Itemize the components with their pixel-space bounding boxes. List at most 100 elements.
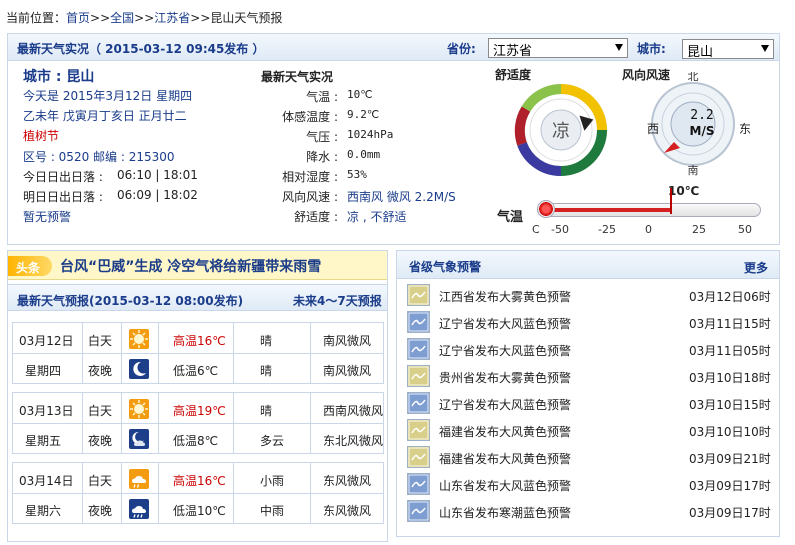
forecast-period: 白天 — [88, 404, 113, 418]
warning-time: 03月10日18时 — [689, 371, 771, 385]
wind-speed-unit: M/S — [690, 124, 715, 138]
chevron-down-icon — [761, 45, 769, 52]
column-divider — [121, 323, 122, 383]
observation-value: 1024hPa — [347, 128, 394, 141]
warning-link[interactable]: 贵州省发布大雾黄色预警 — [439, 369, 571, 386]
forecast-temp: 低温10℃ — [173, 504, 226, 518]
column-divider — [82, 323, 83, 383]
observation-value: 西南风 微风 2.2M/S — [347, 190, 456, 204]
column-divider — [310, 393, 311, 453]
observation-label: 降水 : — [306, 150, 338, 164]
warning-link[interactable]: 辽宁省发布大风蓝色预警 — [439, 396, 571, 413]
temp-marker — [670, 188, 673, 214]
column-divider — [82, 463, 83, 523]
row-divider — [13, 353, 383, 354]
forecast-wind: 西南风微风 — [323, 404, 384, 418]
no-warning-link[interactable]: 暂无预警 — [23, 208, 71, 225]
warnings-header: 省级气象预警 更多 — [397, 251, 779, 279]
breadcrumb-province-link[interactable]: 江苏省 — [154, 11, 190, 25]
live-weather-title: 最新天气实况（ 2015-03-12 09:45发布 ） — [17, 42, 265, 56]
sunrise-tomorrow-label: 明日日出日落 : — [23, 190, 103, 204]
live-weather-header: 最新天气实况（ 2015-03-12 09:45发布 ） 省份: 江苏省 城市:… — [8, 34, 779, 61]
forecast-wind: 南风微风 — [323, 334, 372, 348]
column-divider — [233, 323, 234, 383]
province-select[interactable]: 江苏省 — [488, 38, 628, 59]
warning-link[interactable]: 福建省发布大风黄色预警 — [439, 450, 571, 467]
forecast-wind: 南风微风 — [323, 364, 372, 378]
warning-link[interactable]: 山东省发布大风蓝色预警 — [439, 477, 571, 494]
chevron-down-icon — [615, 44, 623, 51]
province-select-value: 江苏省 — [493, 44, 533, 59]
sunny-icon — [129, 329, 149, 349]
forecast-date: 03月13日 — [19, 404, 74, 418]
warning-link[interactable]: 福建省发布大风黄色预警 — [439, 423, 571, 440]
forecast-title: 最新天气预报(2015-03-12 08:00发布) — [17, 294, 244, 308]
forecast-wind: 东风微风 — [323, 504, 372, 518]
wind-blue-icon — [407, 392, 430, 414]
temp-bar-track — [537, 203, 761, 217]
warning-time: 03月09日17时 — [689, 479, 771, 493]
observation-value: 53% — [347, 168, 367, 181]
breadcrumb-home-link[interactable]: 首页 — [66, 11, 90, 25]
observation-label: 体感温度 : — [282, 110, 338, 124]
forecast-weekday: 星期六 — [25, 504, 62, 518]
forecast-weather: 晴 — [260, 334, 273, 348]
warnings-panel: 省级气象预警 更多 江西省发布大雾黄色预警 03月12日06时辽宁省发布大风蓝色预… — [396, 250, 780, 537]
forecast-more-link[interactable]: 未来4～7天预报 — [293, 292, 382, 309]
wind-blue-icon — [407, 338, 430, 360]
fog-yellow-icon — [407, 365, 430, 387]
warning-time: 03月09日21时 — [689, 452, 771, 466]
warning-link[interactable]: 辽宁省发布大风蓝色预警 — [439, 342, 571, 359]
forecast-weather: 多云 — [260, 434, 285, 448]
column-divider — [121, 393, 122, 453]
wind-yellow-icon — [407, 446, 430, 468]
forecast-header: 最新天气预报(2015-03-12 08:00发布) 未来4～7天预报 — [8, 284, 387, 311]
warnings-more-link[interactable]: 更多 — [744, 259, 768, 276]
sunny-icon — [129, 399, 149, 419]
forecast-date: 03月12日 — [19, 334, 74, 348]
headline-link[interactable]: 台风“巴威”生成 冷空气将给新疆带来雨雪 — [60, 256, 321, 276]
forecast-period: 夜晚 — [88, 434, 113, 448]
warning-link[interactable]: 辽宁省发布大风蓝色预警 — [439, 315, 571, 332]
observation-label: 气压 : — [306, 130, 338, 144]
observation-label: 气温 : — [306, 90, 338, 104]
forecast-weekday: 星期四 — [25, 364, 62, 378]
temp-tick-label: -50 — [551, 223, 569, 236]
forecast-period: 夜晚 — [88, 364, 113, 378]
forecast-day-row: 03月14日 白天 高温16℃ 小雨 东风微风 星期六 夜晚 低温10℃ 中雨 东风微风 — [12, 462, 384, 524]
warning-link[interactable]: 山东省发布寒潮蓝色预警 — [439, 504, 571, 521]
forecast-day-row: 03月13日 白天 高温19℃ 晴 西南风微风 星期五 夜晚 低温8℃ 多云 东北风微风 — [12, 392, 384, 454]
forecast-temp: 高温16℃ — [173, 334, 226, 348]
column-divider — [233, 463, 234, 523]
forecast-day-row: 03月12日 白天 高温16℃ 晴南风微风 星期四 夜晚 低温6℃ 晴南风微风 — [12, 322, 384, 384]
column-divider — [233, 393, 234, 453]
city-select-value: 昆山 — [687, 45, 714, 60]
city-label: 城市: — [637, 42, 666, 56]
warning-time: 03月11日05时 — [689, 344, 771, 358]
forecast-weekday: 星期五 — [25, 434, 62, 448]
breadcrumb-current: 昆山天气预报 — [210, 11, 283, 25]
wind-blue-icon — [407, 311, 430, 333]
breadcrumb-prefix: 当前位置： — [6, 11, 67, 25]
wind-blue-icon — [407, 473, 430, 495]
lunar-date: 乙未年 戊寅月丁亥日 正月廿二 — [23, 109, 187, 123]
fog-yellow-icon — [407, 284, 430, 306]
forecast-weather: 中雨 — [260, 504, 285, 518]
warning-link[interactable]: 江西省发布大雾黄色预警 — [439, 288, 571, 305]
breadcrumb-separator: >> — [134, 11, 155, 25]
breadcrumb: 当前位置：首页>>全国>>江苏省>>昆山天气预报 — [6, 9, 282, 26]
city-select[interactable]: 昆山 — [682, 39, 774, 60]
forecast-weather: 晴 — [260, 404, 273, 418]
forecast-period: 白天 — [88, 474, 113, 488]
city-heading: 城市 : 昆山 — [23, 69, 95, 85]
warning-time: 03月12日06时 — [689, 290, 771, 304]
column-divider — [82, 393, 83, 453]
temp-value-label: 10℃ — [668, 184, 700, 198]
sunrise-today-value: 06:10 | 18:01 — [117, 168, 198, 182]
observation-value: 9.2℃ — [347, 108, 380, 121]
live-weather-panel: 最新天气实况（ 2015-03-12 09:45发布 ） 省份: 江苏省 城市:… — [7, 33, 780, 245]
compass-east: 东 — [739, 122, 752, 136]
observation-label: 风向风速 : — [282, 190, 338, 204]
breadcrumb-national-link[interactable]: 全国 — [110, 11, 134, 25]
compass-south: 南 — [688, 164, 699, 176]
